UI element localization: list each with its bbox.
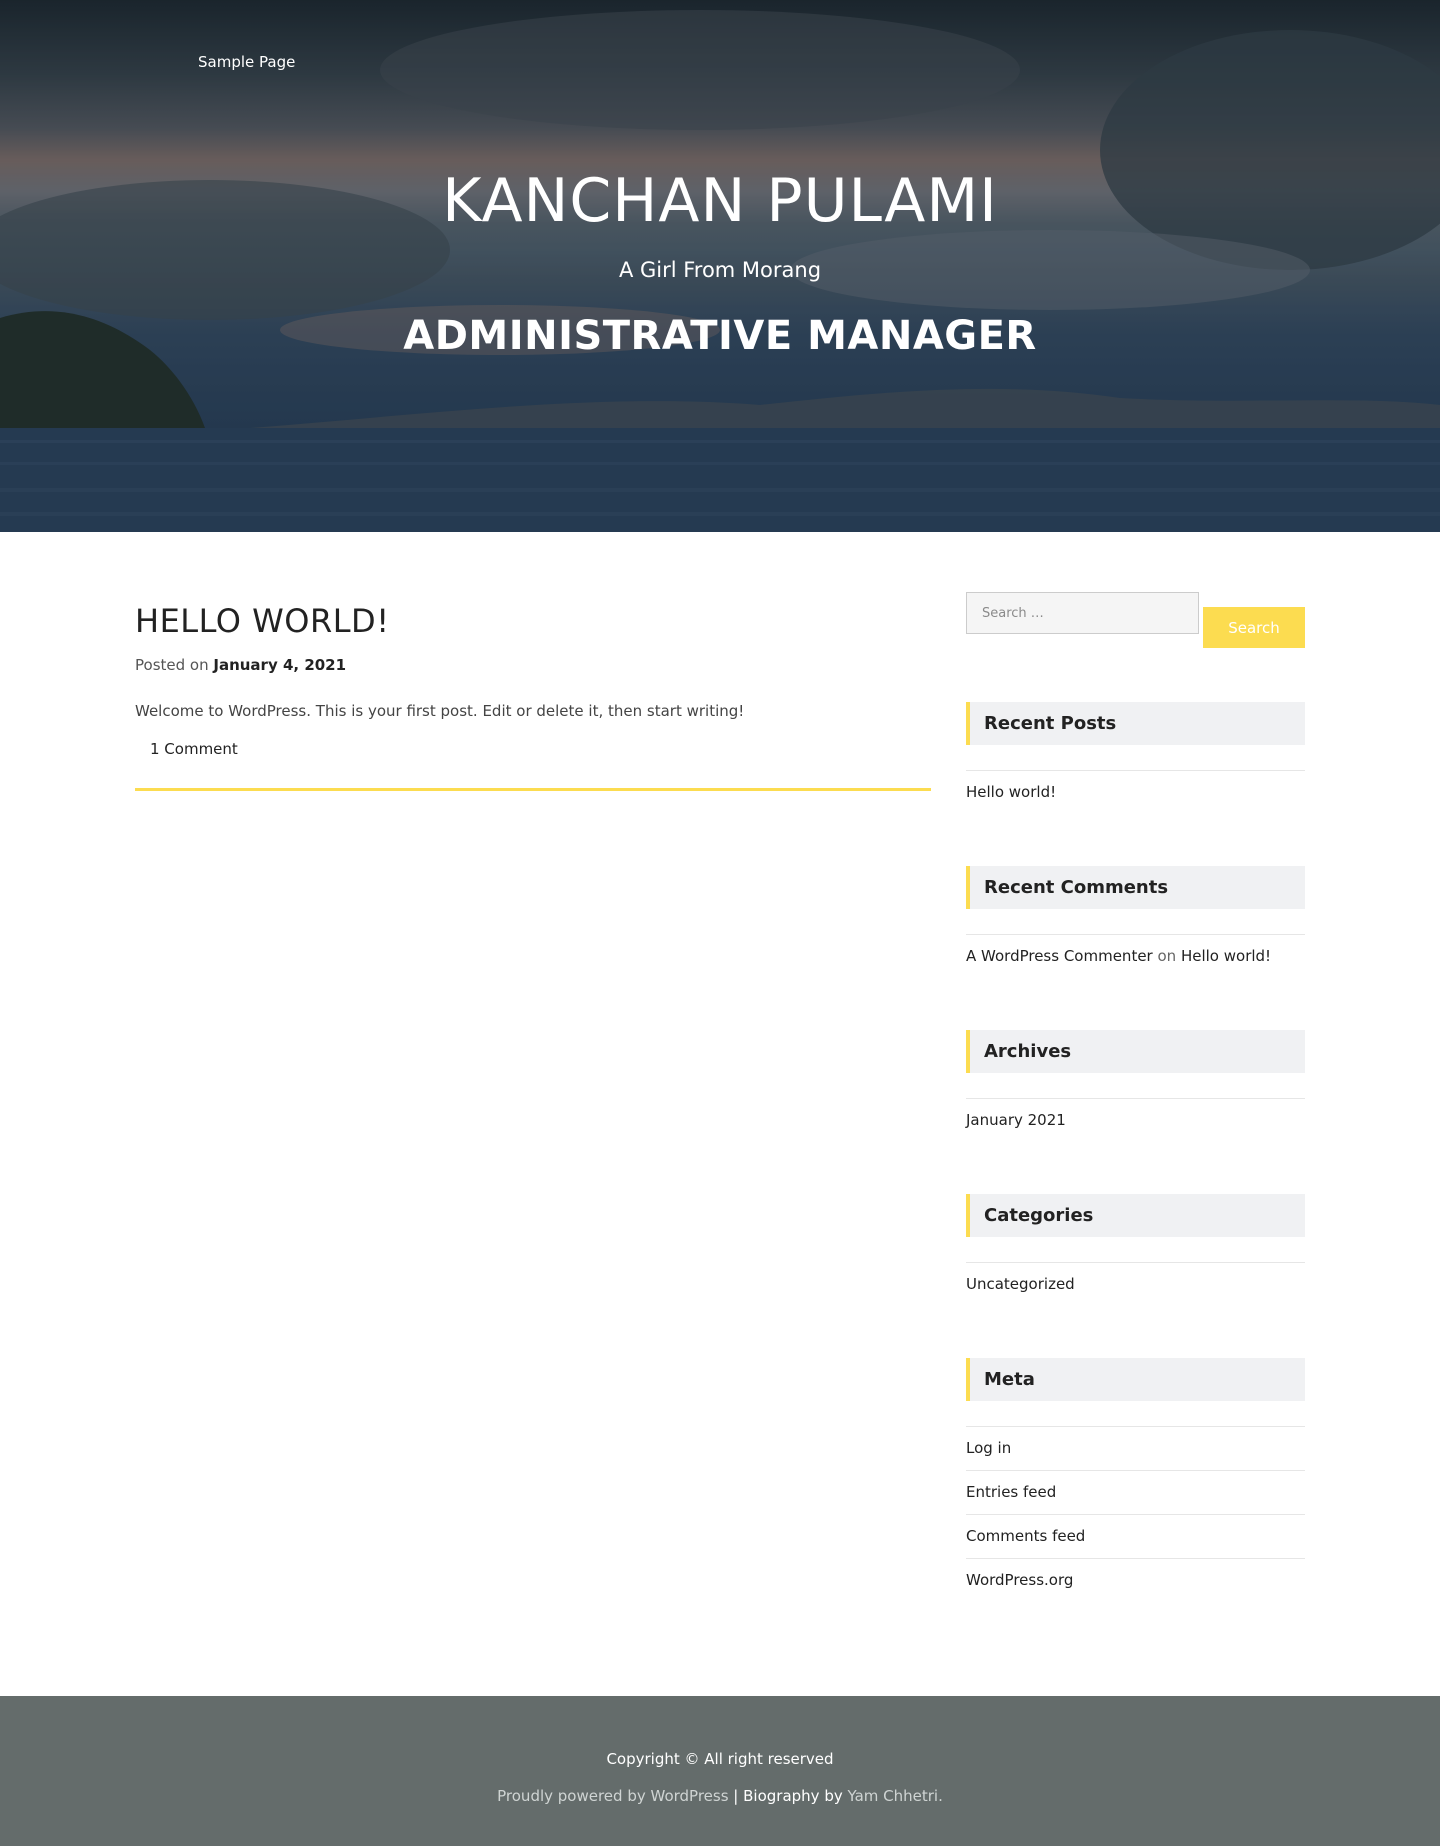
widget-meta: Meta Log in Entries feed Comments feed W… [966,1358,1305,1602]
list-item: Log in [966,1426,1305,1470]
site-title[interactable]: KANCHAN PULAMI [0,166,1440,236]
list-item: January 2021 [966,1098,1305,1142]
main-content: HELLO WORLD! Posted on January 4, 2021 W… [0,532,1440,1696]
widget-categories: Categories Uncategorized [966,1194,1305,1306]
search-input[interactable] [966,592,1199,634]
recent-post-link[interactable]: Hello world! [966,783,1056,801]
list-item: A WordPress Commenter on Hello world! [966,934,1305,978]
powered-by-link[interactable]: Proudly powered by WordPress [497,1787,728,1805]
post-article: HELLO WORLD! Posted on January 4, 2021 W… [135,602,931,791]
widget-title: Meta [966,1358,1305,1401]
list-item: Entries feed [966,1470,1305,1514]
footer-credits: Proudly powered by WordPress | Biography… [0,1787,1440,1805]
post-comments-link[interactable]: 1 Comment [150,740,238,758]
widget-title: Categories [966,1194,1305,1237]
search-button[interactable]: Search [1203,607,1305,648]
site-tagline: A Girl From Morang [618,258,822,282]
search-form: Search [966,592,1305,648]
widget-recent-posts: Recent Posts Hello world! [966,702,1305,814]
site-footer: Copyright © All right reserved Proudly p… [0,1696,1440,1846]
sidebar: Search Recent Posts Hello world! Recent … [966,592,1305,1602]
widget-recent-comments: Recent Comments A WordPress Commenter on… [966,866,1305,978]
meta-wordpress-org-link[interactable]: WordPress.org [966,1571,1073,1589]
meta-login-link[interactable]: Log in [966,1439,1011,1457]
post-excerpt: Welcome to WordPress. This is your first… [135,702,745,720]
list-item: Comments feed [966,1514,1305,1558]
post-title[interactable]: HELLO WORLD! [135,602,931,640]
main-navigation: Sample Page [198,52,295,71]
comment-author-link[interactable]: A WordPress Commenter [966,947,1153,965]
widget-title: Recent Comments [966,866,1305,909]
widget-title: Archives [966,1030,1305,1073]
credits-separator: | [728,1787,744,1805]
biography-label: Biography by [743,1787,848,1805]
copyright-text: Copyright © All right reserved [606,1750,834,1768]
widget-title: Recent Posts [966,702,1305,745]
post-divider [135,788,931,791]
post-date-link[interactable]: January 4, 2021 [213,656,346,674]
hero-header: Sample Page KANCHAN PULAMI A Girl From M… [0,0,1440,532]
meta-entries-feed-link[interactable]: Entries feed [966,1483,1056,1501]
post-meta: Posted on January 4, 2021 [135,656,931,674]
author-link[interactable]: Yam Chhetri. [847,1787,942,1805]
meta-comments-feed-link[interactable]: Comments feed [966,1527,1085,1545]
list-item: WordPress.org [966,1558,1305,1602]
list-item: Hello world! [966,770,1305,814]
comment-post-link[interactable]: Hello world! [1181,947,1271,965]
site-role: ADMINISTRATIVE MANAGER [403,313,1037,359]
widget-archives: Archives January 2021 [966,1030,1305,1142]
posted-on-label: Posted on [135,656,209,674]
list-item: Uncategorized [966,1262,1305,1306]
archive-link[interactable]: January 2021 [966,1111,1066,1129]
comment-on-label: on [1157,947,1177,965]
category-link[interactable]: Uncategorized [966,1275,1075,1293]
nav-item-sample-page[interactable]: Sample Page [198,53,295,71]
